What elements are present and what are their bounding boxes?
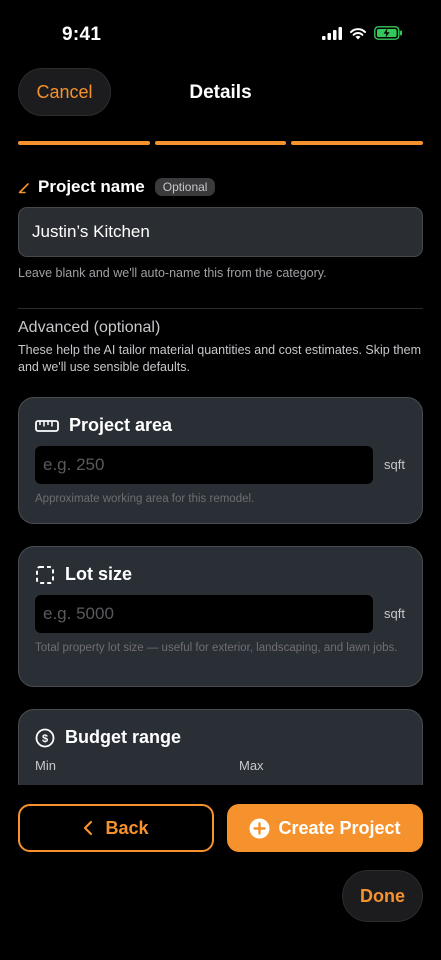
advanced-description: These help the AI tailor material quanti… <box>18 343 421 374</box>
progress-step-1 <box>18 141 150 145</box>
budget-min-label: Min <box>35 758 56 773</box>
dashed-square-icon <box>36 565 54 584</box>
create-project-button[interactable]: Create Project <box>227 804 423 852</box>
dollar-circle-icon: $ <box>35 728 55 747</box>
wifi-icon <box>350 27 366 39</box>
budget-max-label: Max <box>239 758 264 773</box>
battery-charging-icon <box>374 26 402 40</box>
section-divider <box>18 308 423 309</box>
status-time: 9:41 <box>62 24 102 45</box>
project-name-title: Project name <box>38 177 145 196</box>
budget-range-header: $ Budget range <box>35 727 181 748</box>
advanced-title: Advanced (optional) <box>18 319 161 336</box>
chevron-left-icon <box>84 820 93 836</box>
lot-size-unit: sqft <box>384 606 405 621</box>
project-area-unit: sqft <box>384 457 405 472</box>
status-icons <box>322 26 403 40</box>
project-area-hint: Approximate working area for this remode… <box>35 493 255 505</box>
project-name-label: Project name Optional <box>18 177 216 197</box>
project-area-card: Project area sqft Approximate working ar… <box>18 397 423 524</box>
optional-badge: Optional <box>154 178 216 196</box>
progress-step-3 <box>291 141 424 145</box>
project-name-hint: Leave blank and we'll auto-name this fro… <box>18 266 327 280</box>
project-name-input[interactable] <box>18 207 423 257</box>
plus-circle-icon <box>249 818 270 838</box>
lot-size-hint: Total property lot size — useful for ext… <box>35 642 398 654</box>
project-area-header: Project area <box>35 415 172 436</box>
create-project-label: Create Project <box>278 817 401 838</box>
bottom-action-bar: Back Create Project Done <box>0 785 441 960</box>
pencil-icon <box>18 183 29 194</box>
done-button[interactable]: Done <box>342 870 423 922</box>
lot-size-header: Lot size <box>35 564 132 585</box>
budget-range-label: Budget range <box>65 727 182 747</box>
step-progress <box>18 141 424 145</box>
project-area-input[interactable] <box>35 446 373 484</box>
lot-size-label: Lot size <box>65 564 133 584</box>
progress-step-2 <box>154 141 287 145</box>
cellular-signal-icon <box>322 26 342 40</box>
back-button[interactable]: Back <box>18 804 214 852</box>
back-button-label: Back <box>105 817 149 838</box>
status-bar: 9:41 <box>0 0 441 70</box>
ruler-icon <box>35 419 59 432</box>
page-title: Details <box>189 82 252 103</box>
svg-text:$: $ <box>42 733 48 745</box>
nav-bar: Cancel Details <box>0 68 441 118</box>
project-area-label: Project area <box>69 415 173 435</box>
lot-size-card: Lot size sqft Total property lot size — … <box>18 546 423 687</box>
lot-size-input[interactable] <box>35 595 373 633</box>
